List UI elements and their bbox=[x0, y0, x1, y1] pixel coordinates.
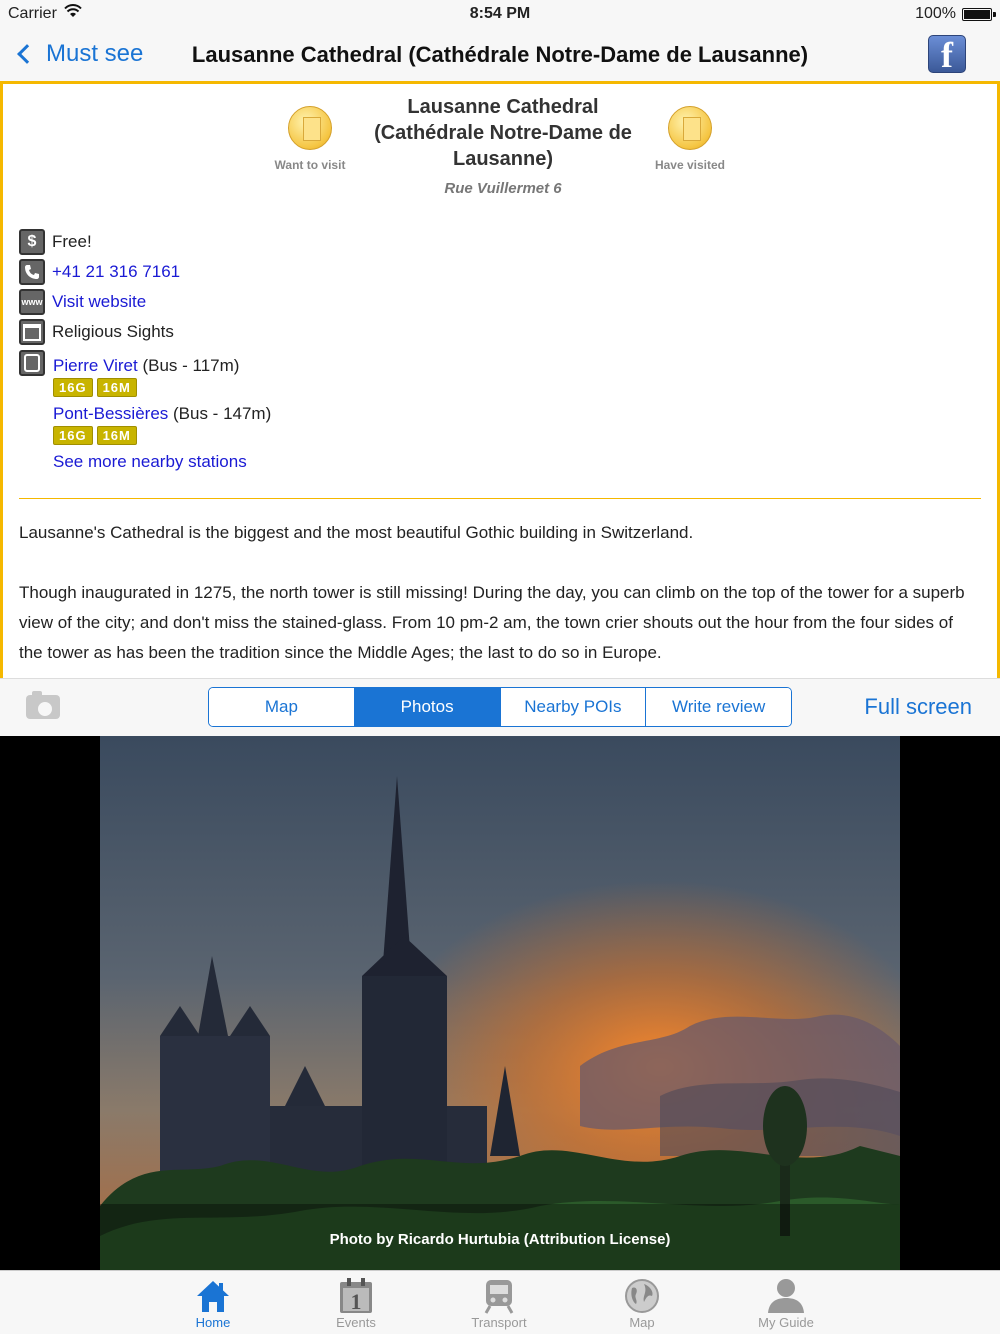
page-title: Lausanne Cathedral (Cathédrale Notre-Dam… bbox=[191, 42, 809, 67]
facebook-share-button[interactable]: f bbox=[928, 35, 966, 75]
battery-percent: 100% bbox=[915, 5, 956, 22]
station-lines: 16G 16M bbox=[53, 426, 137, 445]
navigation-bar: Must see Lausanne Cathedral (Cathédrale … bbox=[0, 28, 1000, 84]
photo-caption: Photo by Ricardo Hurtubia (Attribution L… bbox=[329, 1231, 671, 1248]
phone-link[interactable]: +41 21 316 7161 bbox=[52, 262, 180, 282]
calendar-icon: 1 bbox=[340, 1278, 372, 1314]
visited-icon bbox=[668, 106, 712, 150]
status-bar: Carrier 8:54 PM 100% bbox=[0, 0, 1000, 28]
category-text: Religious Sights bbox=[52, 322, 174, 341]
website-row[interactable]: www Visit website bbox=[19, 289, 146, 315]
svg-text:1: 1 bbox=[351, 1289, 362, 1314]
tab-transport[interactable]: Transport bbox=[439, 1277, 559, 1330]
segment-write-review[interactable]: Write review bbox=[646, 688, 791, 726]
tab-label: Home bbox=[195, 1315, 231, 1330]
segment-map[interactable]: Map bbox=[209, 688, 355, 726]
www-icon: www bbox=[19, 289, 45, 315]
line-badge: 16G bbox=[53, 426, 93, 445]
line-badge: 16G bbox=[53, 378, 93, 397]
full-screen-button[interactable]: Full screen bbox=[864, 694, 972, 720]
media-toolbar: Map Photos Nearby POIs Write review Full… bbox=[0, 678, 1000, 736]
camera-icon[interactable] bbox=[26, 691, 60, 719]
photo-viewer[interactable]: Photo by Ricardo Hurtubia (Attribution L… bbox=[0, 736, 1000, 1270]
globe-icon bbox=[625, 1279, 659, 1313]
dollar-icon: $ bbox=[19, 229, 45, 255]
facebook-icon: f bbox=[941, 35, 953, 75]
tab-label: My Guide bbox=[758, 1315, 814, 1330]
description-paragraph: Lausanne's Cathedral is the biggest and … bbox=[19, 523, 694, 542]
train-icon bbox=[19, 350, 45, 376]
place-address: Rue Vuillermet 6 bbox=[444, 180, 562, 197]
description-paragraph: Though inaugurated in 1275, the north to… bbox=[19, 583, 965, 662]
tab-label: Transport bbox=[471, 1315, 527, 1330]
phone-icon bbox=[19, 259, 45, 285]
place-details: Want to visit Lausanne Cathedral (Cathéd… bbox=[0, 84, 1000, 678]
home-icon bbox=[197, 1281, 229, 1312]
tab-map[interactable]: Map bbox=[582, 1277, 702, 1330]
wishlist-icon bbox=[288, 106, 332, 150]
tab-label: Events bbox=[336, 1315, 376, 1330]
want-to-visit-button[interactable]: Want to visit bbox=[255, 106, 365, 172]
have-visited-label: Have visited bbox=[654, 158, 726, 172]
want-to-visit-label: Want to visit bbox=[274, 158, 346, 172]
station-lines: 16G 16M bbox=[53, 378, 137, 397]
tab-bar: Home 1 Events Transport Map My Guide bbox=[0, 1270, 1000, 1334]
tab-home[interactable]: Home bbox=[153, 1277, 273, 1330]
category-icon bbox=[19, 319, 45, 345]
person-icon bbox=[768, 1279, 804, 1313]
website-link[interactable]: Visit website bbox=[52, 292, 146, 312]
segment-photos[interactable]: Photos bbox=[354, 688, 501, 726]
price-row: $ Free! bbox=[19, 229, 92, 255]
tab-my-guide[interactable]: My Guide bbox=[726, 1277, 846, 1330]
segment-nearby-pois[interactable]: Nearby POIs bbox=[500, 688, 647, 726]
place-title: Lausanne Cathedral (Cathédrale Notre-Dam… bbox=[374, 96, 632, 170]
station-item: Pont-Bessières (Bus - 147m) bbox=[53, 404, 271, 424]
line-badge: 16M bbox=[96, 378, 137, 397]
phone-row[interactable]: +41 21 316 7161 bbox=[19, 259, 180, 285]
price-text: Free! bbox=[52, 232, 92, 251]
station-link[interactable]: Pont-Bessières bbox=[53, 404, 168, 423]
line-badge: 16M bbox=[96, 426, 137, 445]
cathedral-photo[interactable]: Photo by Ricardo Hurtubia (Attribution L… bbox=[100, 736, 900, 1270]
category-row: Religious Sights bbox=[19, 319, 174, 345]
station-item: Pierre Viret (Bus - 117m) bbox=[53, 356, 239, 376]
tab-label: Map bbox=[629, 1315, 655, 1330]
tab-events[interactable]: 1 Events bbox=[296, 1277, 416, 1330]
cathedral-image bbox=[100, 736, 900, 1270]
transport-row bbox=[19, 350, 52, 376]
more-stations-link[interactable]: See more nearby stations bbox=[53, 452, 247, 472]
have-visited-button[interactable]: Have visited bbox=[635, 106, 745, 172]
divider bbox=[19, 498, 981, 499]
battery-icon bbox=[962, 8, 996, 21]
train-icon bbox=[484, 1280, 514, 1314]
station-detail: (Bus - 117m) bbox=[137, 356, 240, 375]
view-segmented-control: Map Photos Nearby POIs Write review bbox=[208, 687, 792, 727]
station-detail: (Bus - 147m) bbox=[168, 404, 272, 423]
clock: 8:54 PM bbox=[469, 5, 531, 22]
station-link[interactable]: Pierre Viret bbox=[53, 356, 138, 375]
